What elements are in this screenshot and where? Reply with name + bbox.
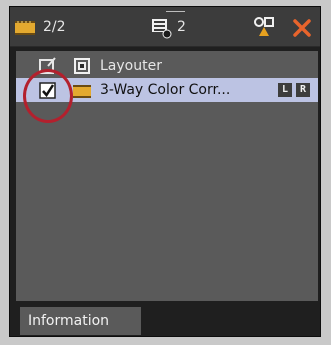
clip-count: 2/2: [43, 19, 66, 35]
shape-tool-icon[interactable]: [253, 16, 275, 42]
filter-stack-icon[interactable]: [151, 17, 173, 43]
clip-icon: [73, 83, 91, 102]
tab-information-label: Information: [28, 313, 110, 329]
checkbox-icon[interactable]: [39, 81, 57, 103]
filter-tree: Layouter 3-Way Color Corr... L R: [16, 51, 318, 301]
tree-row-label: 3-Way Color Corr...: [100, 82, 231, 98]
stack-count: 2: [177, 19, 186, 35]
tree-row-color-correction[interactable]: 3-Way Color Corr... L R: [16, 78, 318, 102]
checkbox-icon[interactable]: [39, 57, 57, 79]
toolbar-divider: [166, 11, 185, 12]
badge-r: R: [296, 83, 310, 97]
close-icon[interactable]: [293, 19, 311, 41]
tree-row-label: Layouter: [100, 58, 162, 74]
badge-l: L: [278, 83, 292, 97]
layouter-icon: [74, 58, 90, 78]
tree-row-layouter[interactable]: Layouter: [16, 54, 318, 78]
clip-icon: [15, 20, 35, 39]
effect-palette: 2/2 2 Layouter 3-Way Color Corr... L R I…: [9, 6, 321, 337]
toolbar: 2/2 2: [10, 7, 320, 47]
tab-information[interactable]: Information: [20, 307, 141, 335]
